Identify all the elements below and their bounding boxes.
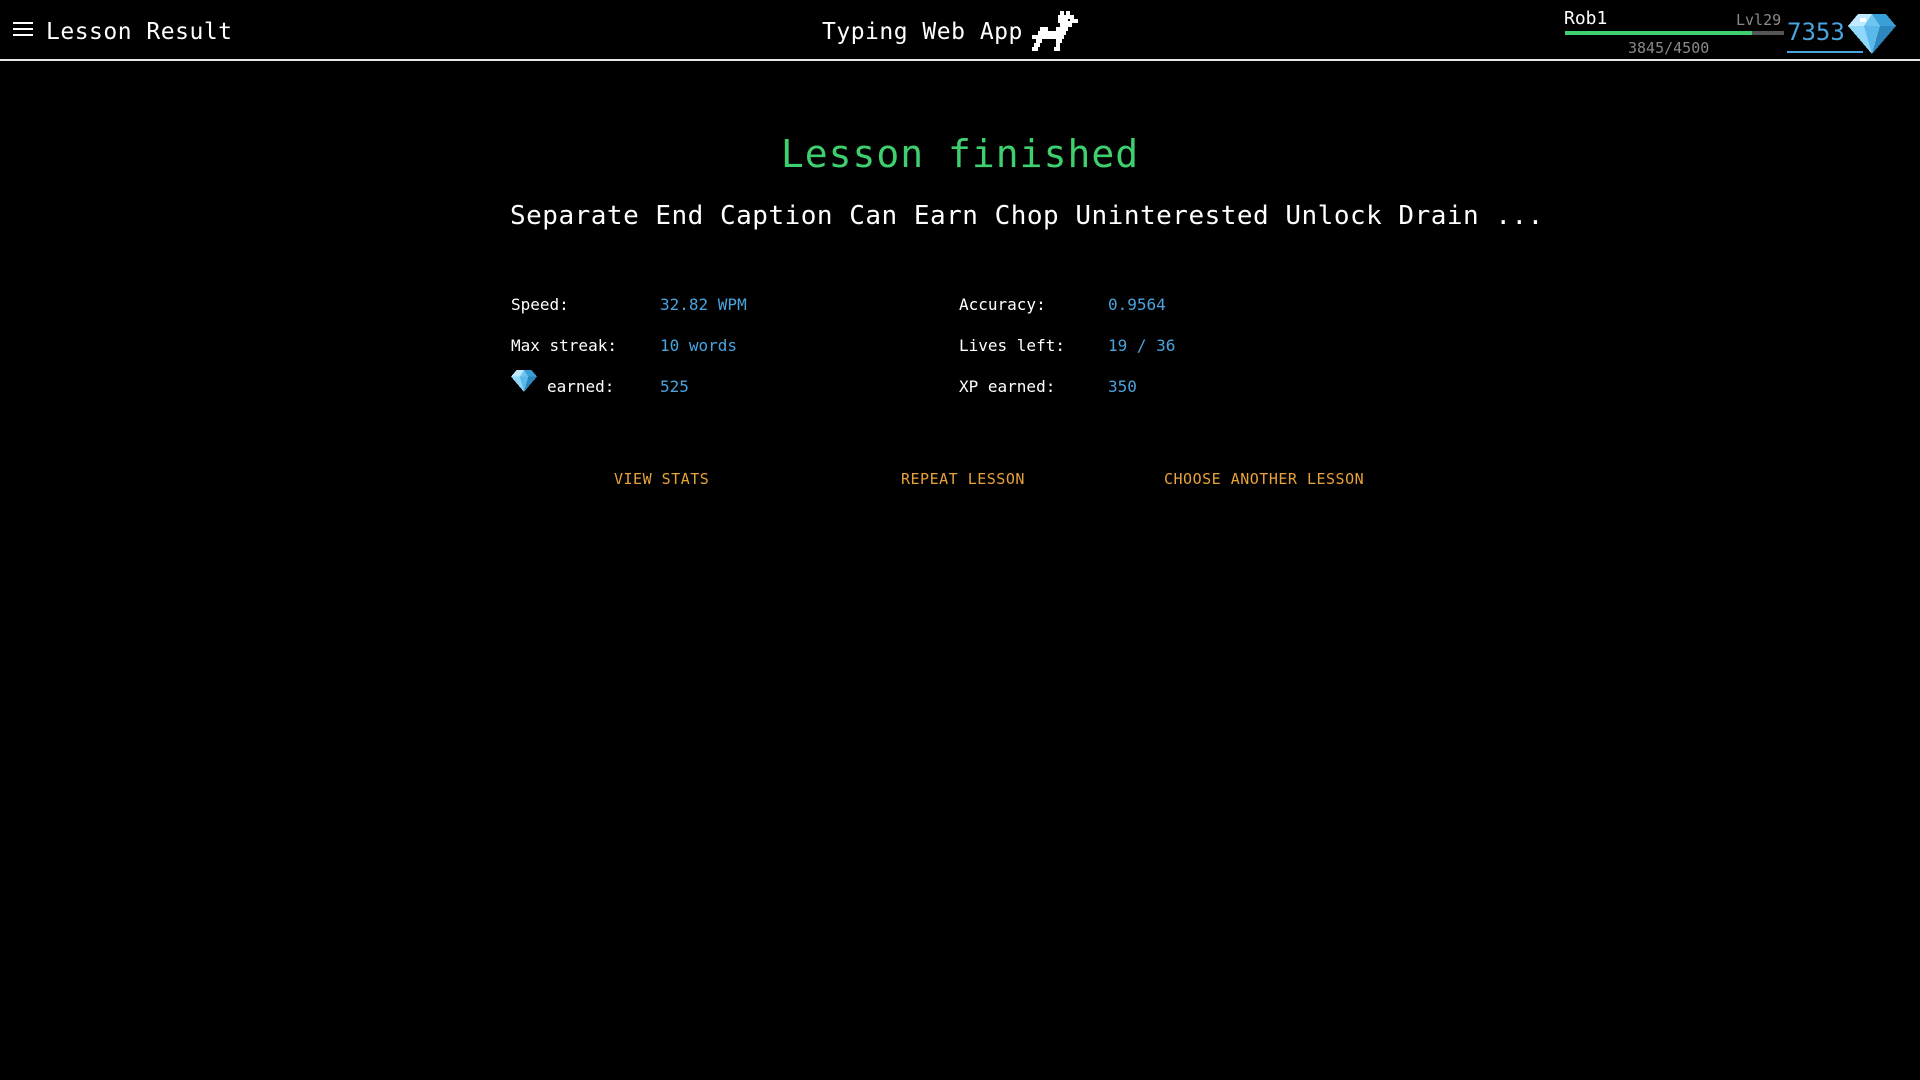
gems-earned-label: earned: [547, 377, 615, 396]
user-name[interactable]: Rob1 [1564, 8, 1607, 29]
menu-icon[interactable] [13, 22, 33, 38]
app-title: Typing Web App [822, 19, 1023, 45]
top-bar: Lesson Result Typing Web App Rob1 Lvl29 … [0, 0, 1920, 61]
lives-left-value: 19 / 36 [1108, 336, 1176, 355]
xp-earned-label: XP earned: [959, 377, 1056, 396]
max-streak-label: Max streak: [511, 336, 617, 355]
gem-icon [511, 370, 537, 392]
xp-text: 3845/4500 [1628, 39, 1710, 57]
view-stats-button[interactable]: View stats [614, 470, 709, 488]
dog-logo-icon [1032, 11, 1078, 51]
gems-earned-value: 525 [660, 377, 689, 396]
gem-count[interactable]: 7353 [1787, 18, 1845, 46]
accuracy-label: Accuracy: [959, 295, 1046, 314]
result-title: Lesson finished [780, 132, 1140, 176]
xp-progress-bar [1565, 31, 1784, 35]
repeat-lesson-button[interactable]: Repeat lesson [901, 470, 1025, 488]
max-streak-value: 10 words [660, 336, 738, 355]
speed-value: 32.82 WPM [660, 295, 747, 314]
speed-label: Speed: [511, 295, 569, 314]
lives-left-label: Lives left: [959, 336, 1065, 355]
choose-another-lesson-button[interactable]: Choose another lesson [1164, 470, 1364, 488]
gem-icon [1848, 14, 1896, 54]
user-level: Lvl29 [1736, 11, 1782, 29]
accuracy-value: 0.9564 [1108, 295, 1166, 314]
lesson-text: Separate End Caption Can Earn Chop Unint… [510, 201, 1544, 231]
xp-progress-fill [1565, 31, 1753, 35]
page-title: Lesson Result [46, 19, 233, 45]
xp-earned-value: 350 [1108, 377, 1137, 396]
